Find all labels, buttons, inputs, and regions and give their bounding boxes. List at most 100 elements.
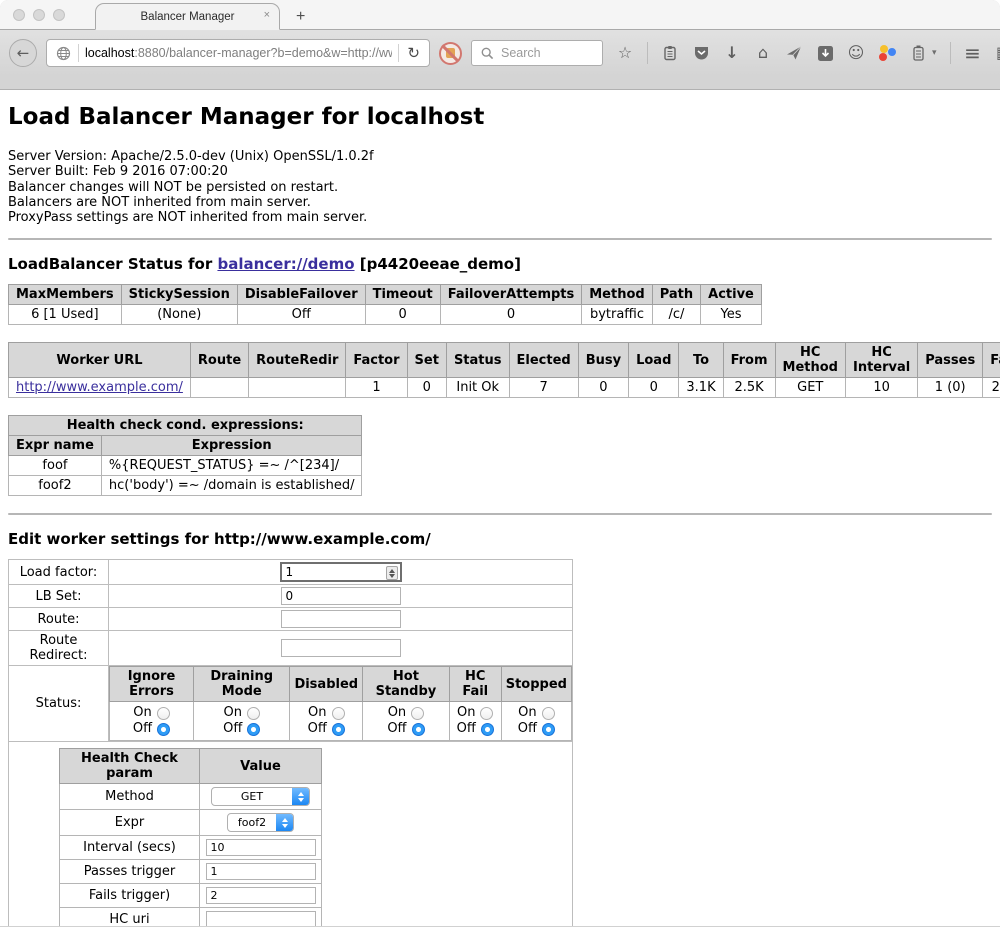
notice-proxypass: ProxyPass settings are NOT inherited fro… [8,210,992,225]
expr-select[interactable]: foof2 [227,813,294,832]
new-tab-button[interactable]: + [296,10,305,24]
radio-on[interactable] [411,707,424,720]
status-cell-ignore-errors: On Off [110,702,194,741]
radio-off-selected[interactable] [157,723,170,736]
downloads-icon[interactable]: ↓ [723,44,741,62]
close-window-button[interactable] [13,9,25,21]
form-row-lb-set: LB Set: [9,585,573,608]
form-row-route-redirect: Route Redirect: [9,631,573,666]
radio-off-selected[interactable] [412,723,425,736]
worker-status-table: Worker URL Route RouteRedir Factor Set S… [8,342,1000,398]
hc-uri-input[interactable] [206,911,316,926]
health-check-param-table: Health Check param Value Method GET [59,748,322,926]
globe-icon [54,44,72,62]
form-row-status: Status: Ignore Errors Draining Mode Disa… [9,666,573,742]
status-cell-hot-standby: On Off [363,702,450,741]
search-bar[interactable]: Search [471,40,603,66]
form-row-health-check: Health Check param Value Method GET [9,742,573,926]
table-row: 6 [1 Used] (None) Off 0 0 bytraffic /c/ … [9,305,762,325]
save-to-pocket-icon[interactable] [816,44,834,62]
radio-on[interactable] [542,707,555,720]
health-check-expressions-table: Health check cond. expressions: Expr nam… [8,415,362,496]
passes-input[interactable] [206,863,316,880]
interval-input[interactable] [206,839,316,856]
pages-grid-icon[interactable]: ▦ [995,44,1000,62]
clipboard-icon[interactable] [661,44,679,62]
load-factor-input[interactable] [280,562,402,582]
tab-title: Balancer Manager [141,11,235,23]
select-stepper-icon [276,814,293,831]
radio-on[interactable] [480,707,493,720]
home-icon[interactable]: ⌂ [754,44,772,62]
navigation-toolbar: ← localhost:8880/balancer-manager?b=demo… [0,30,1000,76]
send-tab-icon[interactable] [785,44,803,62]
bookmarks-bar [0,76,1000,90]
route-redirect-input[interactable] [281,639,401,657]
status-cell-disabled: On Off [290,702,363,741]
balancer-status-table: MaxMembers StickySession DisableFailover… [8,284,762,325]
hc-row-passes: Passes trigger [60,860,322,884]
radio-off-selected[interactable] [247,723,260,736]
route-redirect-label: Route Redirect: [9,631,109,666]
url-bar[interactable]: localhost:8880/balancer-manager?b=demo&w… [46,39,430,67]
route-input[interactable] [281,610,401,628]
balancer-status-heading: LoadBalancer Status for balancer://demo … [8,255,992,273]
zoom-window-button[interactable] [53,9,65,21]
radio-off-selected[interactable] [332,723,345,736]
tab-balancer-manager[interactable]: Balancer Manager × [95,3,280,30]
bookmark-star-icon[interactable]: ☆ [616,44,634,62]
status-label: Status: [9,666,109,742]
reload-icon[interactable]: ↻ [405,44,422,62]
radio-off-selected[interactable] [542,723,555,736]
divider [8,513,992,515]
lb-set-input[interactable] [281,587,401,605]
status-radio-table: Ignore Errors Draining Mode Disabled Hot… [109,666,572,741]
hc-row-method: Method GET [60,784,322,810]
feedback-smiley-icon[interactable]: ☺ [847,44,865,62]
form-row-route: Route: [9,608,573,631]
toolbar-icons: ☆ ↓ ⌂ ☺ ▾ ≡ [616,42,1000,64]
select-stepper-icon [292,788,309,805]
divider [8,238,992,240]
url-text: localhost:8880/balancer-manager?b=demo&w… [85,46,392,60]
server-info: Server Version: Apache/2.5.0-dev (Unix) … [8,149,992,225]
table-row: http://www.example.com/ 1 0 Init Ok 7 0 … [9,378,1000,398]
radio-on[interactable] [157,707,170,720]
url-divider [78,44,79,62]
radio-on[interactable] [332,707,345,720]
lb-set-label: LB Set: [9,585,109,608]
number-stepper-icon[interactable] [386,566,398,580]
close-tab-icon[interactable]: × [264,10,270,21]
minimize-window-button[interactable] [33,9,45,21]
hc-row-hc-uri: HC uri [60,908,322,926]
method-select[interactable]: GET [211,787,310,806]
back-button[interactable]: ← [9,39,37,67]
browser-window: Balancer Manager × + ← localhost:8880/ba… [0,0,1000,927]
toolbar-separator [950,42,951,64]
radio-on[interactable] [247,707,260,720]
window-controls [13,9,65,21]
status-cell-hc-fail: On Off [449,702,501,741]
radio-off-selected[interactable] [481,723,494,736]
expressions-title: Health check cond. expressions: [9,416,362,436]
chevron-down-icon[interactable]: ▾ [932,48,937,58]
edit-worker-form: Load factor: LB Set: Route: Route Redire… [8,559,573,926]
extension-colored-dots-icon[interactable] [878,45,896,61]
table-row: foof %{REQUEST_STATUS} =~ /^[234]/ [9,456,362,476]
content-blocked-icon[interactable] [439,42,462,65]
worker-url-link[interactable]: http://www.example.com/ [16,380,183,395]
hc-row-expr: Expr foof2 [60,810,322,836]
url-path: :8880/balancer-manager?b=demo&w=http://w… [134,46,392,60]
page-content: Load Balancer Manager for localhost Serv… [0,90,1000,926]
tab-bar: Balancer Manager × + [0,0,1000,30]
search-placeholder: Search [501,46,541,60]
edit-worker-heading: Edit worker settings for http://www.exam… [8,530,992,548]
url-domain: localhost [85,46,134,60]
balancer-demo-link[interactable]: balancer://demo [217,255,354,273]
load-factor-label: Load factor: [9,560,109,585]
plugin-battery-icon[interactable] [909,44,927,62]
hamburger-menu-icon[interactable]: ≡ [964,44,982,62]
back-icon: ← [17,44,30,62]
pocket-icon[interactable] [692,44,710,62]
fails-input[interactable] [206,887,316,904]
